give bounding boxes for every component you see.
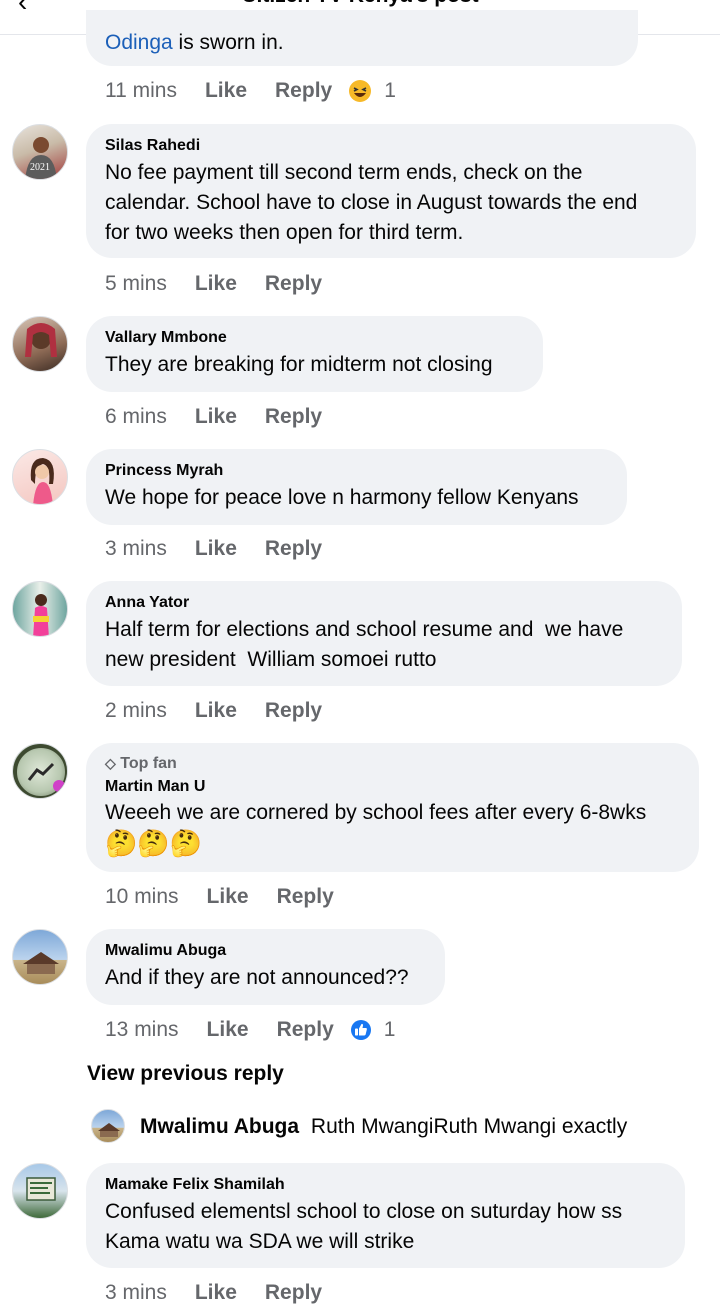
comment-author[interactable]: Mwalimu Abuga <box>105 941 426 961</box>
avatar[interactable] <box>12 743 68 799</box>
comment-author[interactable]: Vallary Mmbone <box>105 328 524 348</box>
like-button[interactable]: Like <box>195 537 237 561</box>
view-previous-reply-link[interactable]: View previous reply <box>87 1062 284 1086</box>
profile-photo-icon <box>33 594 49 636</box>
comment-author[interactable]: Martin Man U <box>105 777 680 797</box>
reaction-summary[interactable]: 1 <box>348 79 396 103</box>
comment-actions: 5 mins Like Reply <box>105 269 350 299</box>
comment-actions: 13 mins Like Reply 1 <box>105 1015 395 1045</box>
comment-actions: 2 mins Like Reply <box>105 696 350 726</box>
avatar[interactable]: 2021 <box>12 124 68 180</box>
comment-author[interactable]: Silas Rahedi <box>105 136 677 156</box>
comment-time[interactable]: 6 mins <box>105 405 167 429</box>
comment-actions: 6 mins Like Reply <box>105 402 350 432</box>
like-button[interactable]: Like <box>195 1281 237 1305</box>
comment-time[interactable]: 5 mins <box>105 272 167 296</box>
profile-photo-icon <box>26 1177 56 1201</box>
like-button[interactable]: Like <box>195 272 237 296</box>
mention-link[interactable]: Odinga <box>105 31 173 54</box>
comment-actions: 11 mins Like Reply 1 <box>105 76 396 106</box>
reaction-count: 1 <box>384 79 396 102</box>
comment-time[interactable]: 3 mins <box>105 537 167 561</box>
comment-text: And if they are not announced?? <box>105 966 409 989</box>
comment-actions: 3 mins Like Reply <box>105 1278 350 1308</box>
like-button[interactable]: Like <box>207 1018 249 1042</box>
profile-photo-icon <box>30 458 54 504</box>
reply-button[interactable]: Reply <box>275 79 332 103</box>
comment-author[interactable]: Princess Myrah <box>105 461 608 481</box>
post-title: Citizen TV Kenya's post <box>0 0 720 8</box>
comment-actions: 10 mins Like Reply <box>105 882 362 912</box>
avatar[interactable] <box>12 581 68 637</box>
comment-bubble: Vallary Mmbone They are breaking for mid… <box>86 316 543 392</box>
comment-bubble: Anna Yator Half term for elections and s… <box>86 581 682 686</box>
avatar[interactable] <box>12 929 68 985</box>
diamond-icon: ◇ <box>105 755 116 771</box>
avatar[interactable] <box>12 1163 68 1219</box>
avatar[interactable] <box>12 449 68 505</box>
thinking-emoji-icon: 🤔🤔🤔 <box>105 828 203 858</box>
reply-author[interactable]: Mwalimu Abuga <box>140 1115 299 1138</box>
comment-time[interactable]: 2 mins <box>105 699 167 723</box>
reply-text: Ruth MwangiRuth Mwangi exactly <box>310 1115 628 1138</box>
profile-photo-icon <box>23 952 59 974</box>
like-button[interactable]: Like <box>207 885 249 909</box>
comment-actions: 3 mins Like Reply <box>105 534 350 564</box>
comment-time[interactable]: 11 mins <box>105 79 177 103</box>
comment-time[interactable]: 3 mins <box>105 1281 167 1305</box>
reply-button[interactable]: Reply <box>265 537 322 561</box>
reaction-summary[interactable]: 1 <box>350 1018 396 1042</box>
reply-button[interactable]: Reply <box>265 405 322 429</box>
comment-bubble: Odinga is sworn in. <box>86 10 638 66</box>
comment-time[interactable]: 10 mins <box>105 885 179 909</box>
comment-author[interactable]: Mamake Felix Shamilah <box>105 1175 666 1195</box>
comment-text: Weeeh we are cornered by school fees aft… <box>105 798 680 858</box>
like-button[interactable]: Like <box>195 405 237 429</box>
comment-bubble: ◇ Top fan Martin Man U Weeeh we are corn… <box>86 743 699 872</box>
comment-text: We hope for peace love n harmony fellow … <box>105 486 579 509</box>
top-fan-badge: ◇ Top fan <box>105 755 177 772</box>
like-reaction-icon <box>350 1020 371 1040</box>
profile-photo-icon <box>98 1123 120 1137</box>
comment-text: No fee payment till second term ends, ch… <box>105 161 638 244</box>
profile-photo-icon <box>13 744 67 798</box>
comment-time[interactable]: 13 mins <box>105 1018 179 1042</box>
avatar[interactable] <box>91 1109 125 1143</box>
reply-button[interactable]: Reply <box>265 272 322 296</box>
profile-photo-icon <box>25 323 57 357</box>
reaction-count: 1 <box>383 1018 396 1041</box>
comment-text: Half term for elections and school resum… <box>105 618 624 671</box>
like-button[interactable]: Like <box>195 699 237 723</box>
comment-bubble: Silas Rahedi No fee payment till second … <box>86 124 696 258</box>
nested-reply[interactable]: Mwalimu Abuga Ruth MwangiRuth Mwangi exa… <box>140 1115 627 1139</box>
avatar-caption: 2021 <box>30 162 50 173</box>
haha-emoji-icon <box>349 80 372 102</box>
reply-button[interactable]: Reply <box>277 1018 334 1042</box>
comment-author[interactable]: Anna Yator <box>105 593 663 613</box>
like-button[interactable]: Like <box>205 79 247 103</box>
comment-bubble: Princess Myrah We hope for peace love n … <box>86 449 627 525</box>
reply-button[interactable]: Reply <box>277 885 334 909</box>
comment-bubble: Mwalimu Abuga And if they are not announ… <box>86 929 445 1005</box>
reply-button[interactable]: Reply <box>265 1281 322 1305</box>
reply-button[interactable]: Reply <box>265 699 322 723</box>
comment-bubble: Mamake Felix Shamilah Confused elementsl… <box>86 1163 685 1268</box>
comment-text: is sworn in. <box>172 31 284 54</box>
avatar[interactable] <box>12 316 68 372</box>
comment-text: They are breaking for midterm not closin… <box>105 353 493 376</box>
comment-text: Confused elementsl school to close on su… <box>105 1200 623 1253</box>
